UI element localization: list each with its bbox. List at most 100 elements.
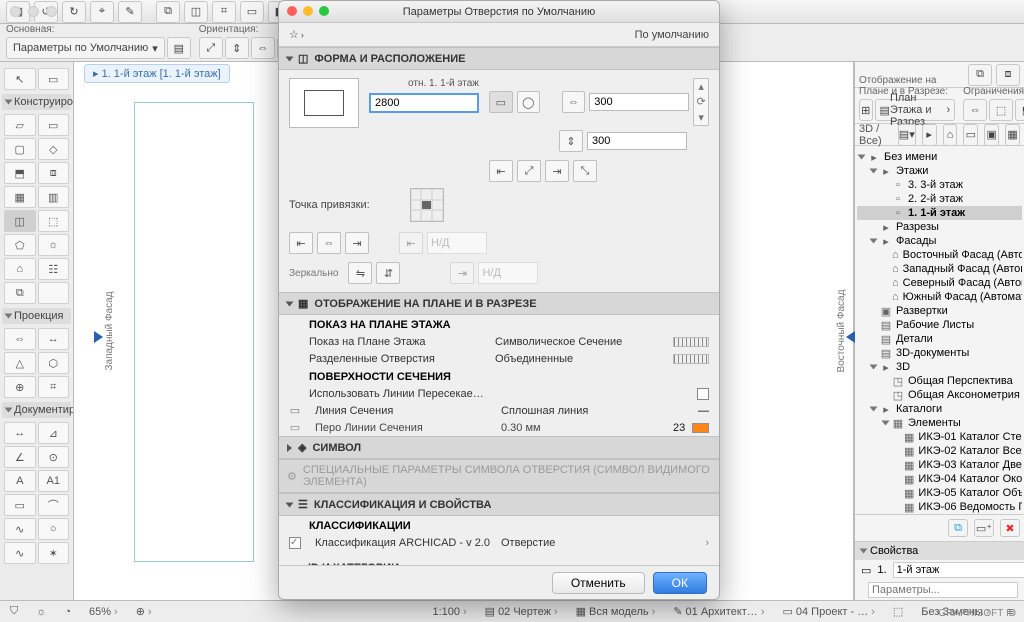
- align-icon[interactable]: ⇔: [317, 232, 341, 254]
- tree-item[interactable]: ⌂Южный Фасад (Автоматическ: [857, 290, 1022, 304]
- align-icon[interactable]: ⇥: [345, 232, 369, 254]
- graphisoft-id[interactable]: GRAPHISOFT ID: [938, 608, 1016, 619]
- elevation-input[interactable]: [369, 93, 479, 113]
- new-view-icon[interactable]: ⧉: [948, 519, 968, 537]
- tree-item[interactable]: ▸Каталоги: [857, 402, 1022, 416]
- nav-mode-icon[interactable]: ⌂: [943, 124, 958, 146]
- palette-doc-header[interactable]: Документиро: [2, 402, 71, 418]
- toolbar-icon[interactable]: ⌗: [212, 1, 236, 23]
- app-traffic-lights[interactable]: [10, 6, 57, 17]
- tree-item[interactable]: ⌂Западный Фасад (Автоматичес: [857, 262, 1022, 276]
- tool[interactable]: ⊙: [38, 446, 70, 468]
- tool[interactable]: ↔: [38, 328, 70, 350]
- anchor-grid[interactable]: [410, 188, 444, 222]
- prop-settings-input[interactable]: [868, 582, 1018, 598]
- new-folder-icon[interactable]: ▭⁺: [974, 519, 994, 537]
- tree-item[interactable]: ▤Детали: [857, 332, 1022, 346]
- tree-item[interactable]: ▤3D-документы: [857, 346, 1022, 360]
- tree-item[interactable]: ▦ИКЭ-06 Ведомость Проемо: [857, 500, 1022, 514]
- tool[interactable]: ▭: [4, 494, 36, 516]
- class-checkbox[interactable]: [289, 537, 301, 549]
- tree-item[interactable]: ▸Разрезы: [857, 220, 1022, 234]
- section-class[interactable]: ☰КЛАССИФИКАЦИЯ И СВОЙСТВА: [279, 493, 719, 516]
- tree-item[interactable]: ▫1. 1-й этаж: [857, 206, 1022, 220]
- dialog-traffic-lights[interactable]: [287, 6, 329, 16]
- tool[interactable]: ▢: [4, 138, 36, 160]
- palette-constr-header[interactable]: Конструиров: [2, 94, 71, 110]
- limit-icon[interactable]: ⇤: [489, 160, 513, 182]
- navigator-tree[interactable]: ▸Без имени▸Этажи▫3. 3-й этаж▫2. 2-й этаж…: [855, 146, 1024, 514]
- arrow-tool[interactable]: ↖: [4, 68, 36, 90]
- penset-combo[interactable]: ✎ 01 Архитект… ›: [669, 605, 768, 618]
- zoom-value[interactable]: 65% ›: [85, 606, 122, 618]
- tree-item[interactable]: ▦ИКЭ-01 Каталог Стен: [857, 430, 1022, 444]
- tool[interactable]: ○: [38, 518, 70, 540]
- palette-proj-header[interactable]: Проекция: [2, 308, 71, 324]
- tree-item[interactable]: ▦Элементы: [857, 416, 1022, 430]
- tool[interactable]: ⌂: [4, 258, 36, 280]
- limit-icon[interactable]: ⬒: [1015, 99, 1024, 121]
- tool[interactable]: ▱: [4, 114, 36, 136]
- dialog-titlebar[interactable]: Параметры Отверстия по Умолчанию: [279, 1, 719, 23]
- tool[interactable]: ✶: [38, 542, 70, 564]
- tool[interactable]: ◇: [38, 138, 70, 160]
- height-input[interactable]: [587, 132, 687, 150]
- tree-item[interactable]: ▦ИКЭ-04 Каталог Окон: [857, 472, 1022, 486]
- view-tab[interactable]: ▸ 1. 1-й этаж [1. 1-й этаж]: [84, 64, 230, 83]
- tree-item[interactable]: ⌂Восточный Фасад (Автоматиче: [857, 248, 1022, 262]
- tool[interactable]: ⇔: [4, 328, 36, 350]
- tool[interactable]: △: [4, 352, 36, 374]
- plan-dropdown[interactable]: ▤ План Этажа и Разрез… ›: [875, 99, 956, 121]
- toolbar-icon[interactable]: ⧉: [156, 1, 180, 23]
- tool[interactable]: ∠: [4, 446, 36, 468]
- nav-mode-icon[interactable]: ▦: [1005, 124, 1020, 146]
- pattern-swatch[interactable]: [673, 337, 709, 347]
- class-chevron-icon[interactable]: ›: [705, 537, 709, 549]
- toolbar-icon[interactable]: ⌖: [90, 1, 114, 23]
- tool[interactable]: ⊕: [4, 376, 36, 398]
- sun-icon[interactable]: ☼: [32, 606, 50, 618]
- tool[interactable]: ⌗: [38, 376, 70, 398]
- width-input[interactable]: [589, 93, 689, 111]
- toolbar-icon[interactable]: ◫: [184, 1, 208, 23]
- project-combo[interactable]: ▭ 04 Проект - … ›: [778, 605, 878, 618]
- cutline-value[interactable]: Сплошная линия: [501, 405, 667, 417]
- tree-item[interactable]: ◳Общая Перспектива: [857, 374, 1022, 388]
- layer-icon[interactable]: ▤: [167, 37, 191, 59]
- model-combo[interactable]: ▦ Вся модель ›: [572, 605, 660, 618]
- limit-icon[interactable]: ⬚: [989, 99, 1013, 121]
- limit-icon[interactable]: ⇥: [545, 160, 569, 182]
- link-dims-handle[interactable]: ▴⟳▾: [693, 78, 709, 126]
- mirror-v-icon[interactable]: ⇵: [376, 262, 400, 284]
- sb-icon[interactable]: ⬚: [889, 605, 907, 618]
- tool[interactable]: ▥: [38, 186, 70, 208]
- toolbar-icon[interactable]: ▭: [240, 1, 264, 23]
- pattern-swatch[interactable]: [673, 354, 709, 364]
- tree-item[interactable]: ▦ИКЭ-02 Каталог Всех Прое: [857, 444, 1022, 458]
- limit-icon[interactable]: ⤡: [573, 160, 597, 182]
- tool[interactable]: ▦: [4, 186, 36, 208]
- tree-item[interactable]: ▸Этажи: [857, 164, 1022, 178]
- tree-item[interactable]: ▦ИКЭ-03 Каталог Дверей: [857, 458, 1022, 472]
- tool[interactable]: ⧉: [4, 282, 36, 304]
- tree-item[interactable]: ▣Развертки: [857, 304, 1022, 318]
- tool[interactable]: ∿: [4, 542, 36, 564]
- ok-button[interactable]: ОК: [653, 572, 707, 594]
- scale-value[interactable]: 1:100 ›: [428, 606, 470, 618]
- nav-mode-icon[interactable]: ▤▾: [898, 124, 916, 146]
- cancel-button[interactable]: Отменить: [552, 572, 645, 594]
- tool[interactable]: ⊿: [38, 422, 70, 444]
- section-plan[interactable]: ▦ОТОБРАЖЕНИЕ НА ПЛАНЕ И В РАЗРЕЗЕ: [279, 292, 719, 315]
- tool[interactable]: ▭: [38, 114, 70, 136]
- pen-swatch[interactable]: [692, 423, 709, 433]
- tool[interactable]: ⬠: [4, 234, 36, 256]
- align-icon[interactable]: ⇤: [289, 232, 313, 254]
- tool[interactable]: ⧈: [38, 162, 70, 184]
- tool[interactable]: ∿: [4, 518, 36, 540]
- tool[interactable]: A: [4, 470, 36, 492]
- tool[interactable]: [38, 282, 70, 304]
- defaults-chip[interactable]: Параметры по Умолчанию▾: [6, 37, 165, 59]
- mirror-h-icon[interactable]: ⇋: [348, 262, 372, 284]
- tool[interactable]: ⌒: [38, 494, 70, 516]
- show-plan-value[interactable]: Символическое Сечение: [495, 336, 667, 348]
